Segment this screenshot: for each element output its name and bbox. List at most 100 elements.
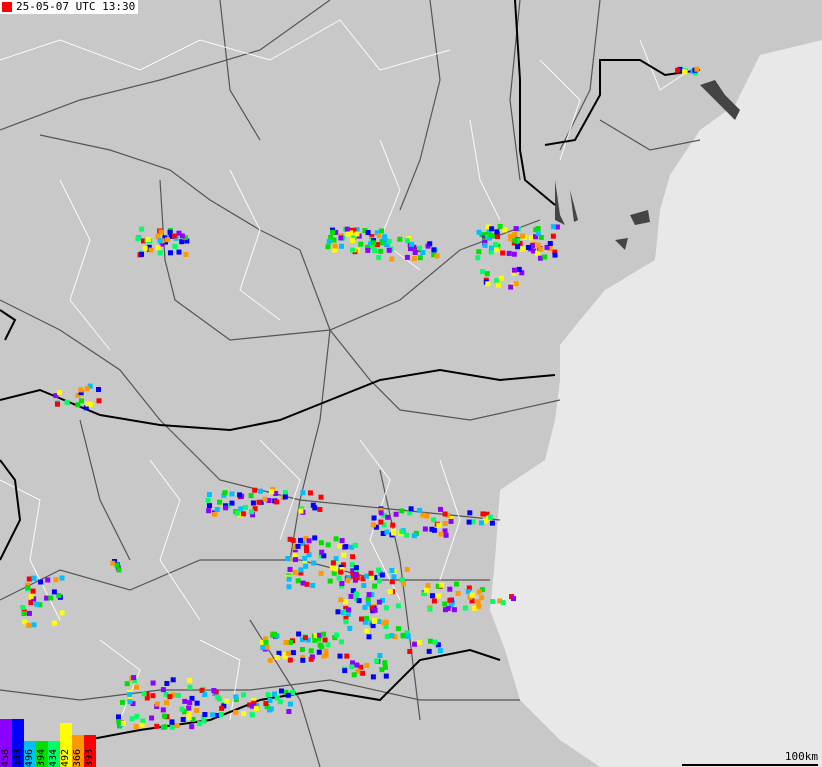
strike-marker (26, 576, 32, 582)
strike-marker (169, 724, 175, 730)
strike-marker (286, 709, 292, 714)
strike-marker (352, 542, 358, 548)
strike-marker (437, 648, 443, 654)
strike-marker (279, 688, 284, 694)
strike-marker (234, 510, 240, 516)
strike-marker (542, 254, 548, 260)
strike-marker (256, 499, 262, 505)
strike-marker (400, 633, 406, 639)
strike-marker (436, 522, 442, 528)
strike-marker (114, 562, 120, 568)
strike-marker (85, 401, 91, 407)
strike-marker (180, 717, 186, 722)
strike-marker (96, 387, 101, 392)
strike-marker (274, 654, 280, 660)
strike-marker (515, 244, 521, 250)
strike-marker (157, 250, 163, 256)
strike-marker (494, 247, 500, 253)
strike-marker (321, 631, 327, 637)
strike-marker (495, 282, 501, 288)
strike-marker (476, 229, 482, 235)
strike-marker (366, 634, 372, 640)
scale-bar-line (682, 764, 818, 766)
strike-marker (365, 247, 371, 253)
timestamp-marker-icon (2, 2, 12, 12)
strike-marker (343, 619, 349, 625)
strike-marker (547, 241, 553, 246)
strike-marker (360, 670, 366, 676)
strike-marker (512, 267, 517, 273)
strike-marker (189, 724, 195, 730)
legend-label: 509 (12, 748, 23, 767)
strike-marker (129, 716, 135, 722)
strike-marker (316, 649, 322, 655)
strike-marker (158, 229, 164, 235)
strike-marker (287, 566, 293, 572)
strike-marker (353, 565, 359, 571)
strike-marker (342, 668, 348, 674)
strike-marker (404, 254, 410, 260)
strike-marker (339, 243, 344, 249)
strike-marker (322, 637, 328, 643)
strike-marker (30, 588, 36, 594)
strike-marker (383, 673, 389, 679)
scale-bar-label: 100km (784, 750, 818, 763)
strike-marker (269, 489, 275, 495)
strike-marker (233, 709, 239, 715)
strike-marker (124, 681, 130, 687)
strike-marker (383, 605, 389, 611)
strike-marker (506, 250, 512, 256)
legend-swatch: 394 (36, 741, 48, 767)
strike-marker (252, 487, 258, 493)
strike-marker (260, 645, 266, 651)
strike-marker (417, 245, 422, 251)
strike-marker (379, 572, 385, 578)
strike-marker (64, 399, 70, 405)
strike-marker (364, 573, 370, 579)
strike-marker (359, 616, 364, 622)
strike-marker (51, 589, 57, 595)
strike-marker (310, 502, 316, 508)
strike-marker (378, 519, 384, 525)
strike-marker (311, 560, 317, 566)
strike-marker (59, 575, 65, 581)
strike-marker (304, 548, 309, 553)
strike-marker (149, 715, 155, 721)
strike-marker (155, 245, 161, 251)
strike-marker (442, 511, 448, 517)
strike-marker (377, 578, 382, 584)
strike-marker (240, 511, 246, 517)
strike-marker (285, 556, 291, 561)
strike-marker (300, 490, 306, 496)
strike-marker (389, 579, 395, 585)
strike-marker (488, 232, 494, 238)
strike-marker (333, 536, 339, 542)
lightning-map[interactable]: 25-05-07 UTC 13:30 458 509 496 394 434 492 366… (0, 0, 822, 767)
strike-marker (381, 620, 387, 626)
strike-marker (455, 591, 461, 596)
strike-marker (350, 554, 356, 560)
strike-marker (349, 664, 355, 670)
strike-marker (20, 605, 26, 610)
strike-marker (372, 583, 378, 589)
strike-marker (176, 249, 182, 255)
strike-marker (404, 567, 410, 573)
strike-marker (378, 510, 384, 516)
strike-marker (25, 585, 31, 590)
strike-marker (286, 584, 292, 590)
strike-marker (469, 592, 475, 598)
strike-marker (306, 538, 312, 544)
legend-label: 393 (84, 748, 95, 767)
strike-marker (168, 250, 173, 256)
strike-marker (431, 598, 437, 604)
strike-marker (283, 640, 289, 645)
strike-marker (162, 713, 167, 719)
strike-marker (202, 712, 208, 717)
strike-marker (385, 514, 391, 520)
strike-marker (139, 251, 144, 257)
strike-marker (344, 226, 350, 232)
strike-marker (341, 552, 347, 558)
strike-marker (371, 515, 377, 521)
strike-marker (302, 635, 308, 641)
strike-marker (222, 490, 228, 496)
